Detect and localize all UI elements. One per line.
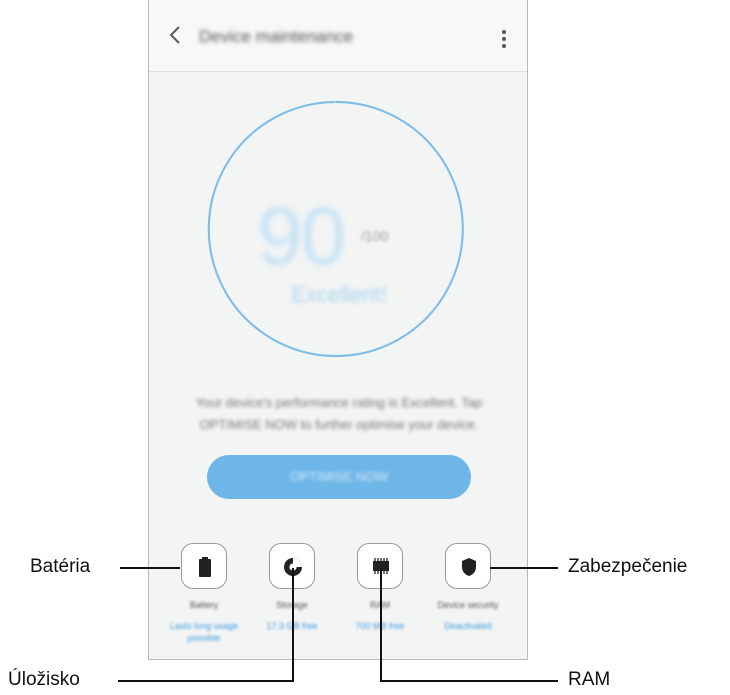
- security-tile[interactable]: [445, 543, 491, 589]
- optimize-now-label: OPTIMISE NOW: [290, 469, 388, 484]
- back-arrow-icon[interactable]: [163, 22, 189, 48]
- app-bar: Device maintenance: [149, 0, 527, 72]
- callout-battery: Batéria: [30, 556, 91, 577]
- callout-line-ram-v: [380, 568, 382, 682]
- battery-tile[interactable]: [181, 543, 227, 589]
- battery-icon: [199, 557, 211, 577]
- more-options-icon[interactable]: [501, 30, 507, 52]
- page-title: Device maintenance: [199, 27, 354, 46]
- phone-screen: Device maintenance 90 /100 Excellent! Yo…: [148, 0, 528, 660]
- callout-line-ram-h: [380, 680, 558, 682]
- performance-description: Your device's performance rating is Exce…: [195, 395, 483, 432]
- callout-line-storage-h: [118, 680, 294, 682]
- callout-line-storage-v: [292, 568, 294, 682]
- callout-ram: RAM: [568, 669, 611, 690]
- shield-icon: [462, 558, 476, 576]
- security-tile-status[interactable]: Deactivated: [423, 620, 513, 632]
- battery-tile-label: Battery: [189, 600, 219, 610]
- score-value: 90: [257, 191, 346, 282]
- security-tile-label: Device security: [437, 600, 499, 610]
- score-status: Excellent!: [291, 282, 387, 307]
- callout-line-battery: [120, 567, 180, 569]
- callout-line-security: [490, 567, 558, 569]
- callout-security: Zabezpečenie: [568, 556, 688, 577]
- score-max: /100: [361, 228, 389, 244]
- callout-storage: Úložisko: [8, 669, 80, 690]
- battery-tile-status[interactable]: Lasts long usage possible: [159, 620, 249, 644]
- optimize-now-button[interactable]: OPTIMISE NOW: [207, 455, 471, 499]
